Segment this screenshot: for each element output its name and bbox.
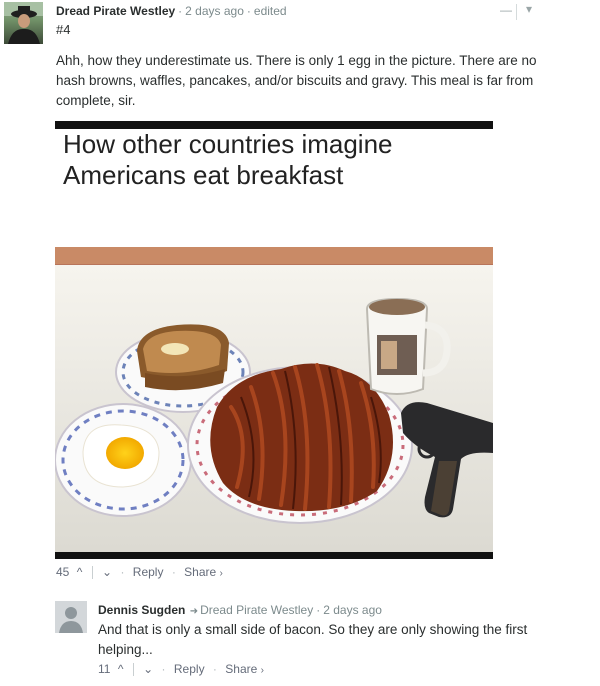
- comment-text: Ahh, how they underestimate us. There is…: [56, 53, 537, 108]
- reply-arrow-icon: ➜: [189, 606, 199, 617]
- footer-dot: ·: [212, 662, 217, 676]
- upvote-icon[interactable]: ^: [118, 662, 124, 676]
- reply-to-name[interactable]: Dread Pirate Westley: [200, 603, 313, 617]
- share-arrow-icon: ›: [260, 665, 264, 676]
- comment-footer: 45 ^ ⌄ · Reply · Share ›: [56, 565, 223, 580]
- reply-avatar[interactable]: [55, 601, 87, 633]
- comment-time[interactable]: 2 days ago: [185, 4, 244, 18]
- meta-dot: ·: [316, 603, 321, 617]
- reply-button[interactable]: Reply: [174, 662, 205, 676]
- image-top-bar: [55, 121, 493, 129]
- breakfast-photo: [55, 247, 493, 552]
- downvote-icon[interactable]: ⌄: [102, 565, 112, 579]
- share-button[interactable]: Share: [184, 565, 216, 579]
- image-caption: How other countries imagine Americans ea…: [63, 129, 483, 191]
- comment-number: #4: [56, 22, 71, 37]
- reply-meta: Dennis Sugden ➜ Dread Pirate Westley · 2 da…: [98, 603, 382, 617]
- footer-dot: ·: [161, 662, 166, 676]
- commenter-avatar[interactable]: [4, 2, 43, 44]
- vote-divider: [91, 566, 93, 580]
- reply-button[interactable]: Reply: [133, 565, 164, 579]
- comment-author[interactable]: Dread Pirate Westley: [56, 4, 175, 18]
- image-caption-line2: Americans eat breakfast: [63, 160, 344, 190]
- image-bottom-bar: [55, 552, 493, 559]
- vote-count: 45: [56, 565, 70, 579]
- footer-dot: ·: [120, 565, 125, 579]
- image-caption-line1: How other countries imagine: [63, 129, 393, 159]
- footer-dot: ·: [171, 565, 176, 579]
- reply-author[interactable]: Dennis Sugden: [98, 603, 185, 617]
- comment-image[interactable]: How other countries imagine Americans ea…: [55, 121, 493, 559]
- reply-footer: 11 ^ ⌄ · Reply · Share ›: [98, 662, 264, 677]
- meta-dot: ·: [246, 4, 251, 18]
- vote-count: 11: [98, 662, 111, 676]
- edited-label: edited: [253, 4, 287, 18]
- collapse-button[interactable]: —: [500, 4, 512, 18]
- meta-dot: ·: [178, 4, 183, 18]
- reply-text: And that is only a small side of bacon. …: [98, 622, 528, 657]
- comment-meta: Dread Pirate Westley · 2 days ago · edited: [56, 4, 287, 18]
- share-button[interactable]: Share: [225, 662, 257, 676]
- share-arrow-icon: ›: [219, 568, 223, 579]
- downvote-icon[interactable]: ⌄: [143, 662, 153, 676]
- menu-chevron-icon[interactable]: ▾: [526, 3, 532, 17]
- control-divider: [516, 4, 517, 20]
- upvote-icon[interactable]: ^: [77, 565, 83, 579]
- vote-divider: [132, 663, 134, 677]
- reply-time[interactable]: 2 days ago: [323, 603, 382, 617]
